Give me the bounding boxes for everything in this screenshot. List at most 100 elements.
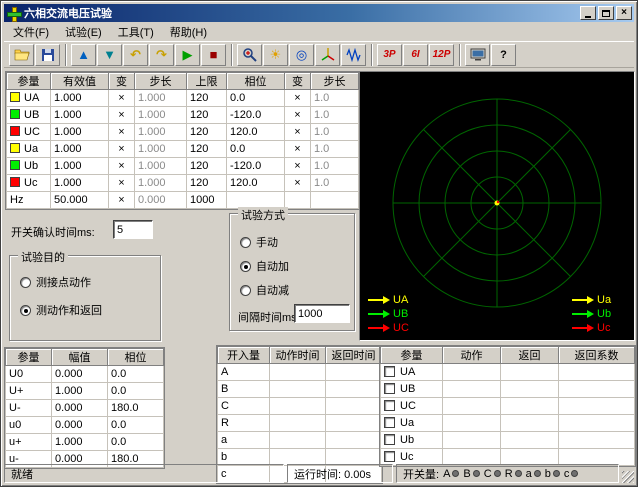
- radio-icon[interactable]: [240, 261, 251, 272]
- zoom-button[interactable]: [237, 44, 262, 66]
- radio-auto-increase[interactable]: 自动加: [240, 258, 289, 274]
- radio-icon[interactable]: [240, 285, 251, 296]
- step-cell[interactable]: 1.000: [135, 124, 187, 141]
- step-cell[interactable]: 0.000: [135, 192, 187, 209]
- param-checkbox[interactable]: [384, 451, 395, 462]
- limit-cell[interactable]: 120: [187, 90, 227, 107]
- param-checkbox[interactable]: [384, 366, 395, 377]
- limit-cell[interactable]: 120: [187, 175, 227, 192]
- menu-file[interactable]: 文件(F): [5, 22, 57, 42]
- seq-phase: 0.0: [108, 366, 164, 383]
- device-button[interactable]: [465, 44, 490, 66]
- seq-magnitude: 0.000: [52, 366, 108, 383]
- confirm-time-input[interactable]: [113, 220, 153, 239]
- phase-cell[interactable]: 0.0: [227, 141, 285, 158]
- limit-cell[interactable]: 120: [187, 141, 227, 158]
- phase-vary-toggle[interactable]: ×: [285, 141, 311, 158]
- value-cell[interactable]: 1.000: [51, 141, 109, 158]
- phase-vary-toggle[interactable]: ×: [285, 124, 311, 141]
- vary-toggle[interactable]: ×: [109, 107, 135, 124]
- limit-cell[interactable]: 120: [187, 124, 227, 141]
- vary-toggle[interactable]: ×: [109, 175, 135, 192]
- phase-vary-toggle[interactable]: ×: [285, 90, 311, 107]
- radio-icon[interactable]: [20, 305, 31, 316]
- resize-grip[interactable]: [622, 471, 634, 483]
- phase-vary-toggle[interactable]: ×: [285, 158, 311, 175]
- value-cell[interactable]: 50.000: [51, 192, 109, 209]
- phase-step-cell[interactable]: 1.0: [311, 141, 359, 158]
- phase-step-cell[interactable]: 1.0: [311, 124, 359, 141]
- sun-icon: ☀: [270, 48, 282, 61]
- result-row: Ua: [381, 415, 635, 432]
- menu-test[interactable]: 试验(E): [57, 22, 110, 42]
- phase-cell[interactable]: -120.0: [227, 107, 285, 124]
- mode-3p-button[interactable]: 3P: [377, 44, 402, 66]
- maximize-button[interactable]: [598, 6, 614, 20]
- phase-cell[interactable]: 120.0: [227, 175, 285, 192]
- step-cell[interactable]: 1.000: [135, 175, 187, 192]
- waveform-button[interactable]: [341, 44, 366, 66]
- value-cell[interactable]: 1.000: [51, 175, 109, 192]
- lower-button[interactable]: ▼: [97, 44, 122, 66]
- redo-button[interactable]: ↷: [149, 44, 174, 66]
- phase-cell[interactable]: -120.0: [227, 158, 285, 175]
- phase-step-cell[interactable]: 1.0: [311, 175, 359, 192]
- menu-tools[interactable]: 工具(T): [110, 22, 162, 42]
- vary-toggle[interactable]: ×: [109, 192, 135, 209]
- radio-action-return[interactable]: 测动作和返回: [20, 302, 102, 318]
- raise-button[interactable]: ▲: [71, 44, 96, 66]
- radio-icon[interactable]: [20, 277, 31, 288]
- menu-help[interactable]: 帮助(H): [162, 22, 215, 42]
- phase-step-cell[interactable]: 1.0: [311, 107, 359, 124]
- value-cell[interactable]: 1.000: [51, 124, 109, 141]
- return-time-cell: [326, 364, 382, 381]
- save-button[interactable]: [35, 44, 60, 66]
- mode-6i-button[interactable]: 6I: [403, 44, 428, 66]
- phase-cell[interactable]: 120.0: [227, 124, 285, 141]
- value-cell[interactable]: 1.000: [51, 158, 109, 175]
- mode-12p-button[interactable]: 12P: [429, 44, 454, 66]
- value-cell[interactable]: 1.000: [51, 107, 109, 124]
- step-cell[interactable]: 1.000: [135, 141, 187, 158]
- step-cell[interactable]: 1.000: [135, 107, 187, 124]
- vary-toggle[interactable]: ×: [109, 90, 135, 107]
- value-cell[interactable]: 1.000: [51, 90, 109, 107]
- stop-button[interactable]: ■: [201, 44, 226, 66]
- switch-name: a: [218, 432, 270, 449]
- radio-contact-action[interactable]: 测接点动作: [20, 274, 91, 290]
- vary-toggle[interactable]: ×: [109, 141, 135, 158]
- minimize-button[interactable]: [580, 6, 596, 20]
- param-checkbox[interactable]: [384, 400, 395, 411]
- param-checkbox[interactable]: [384, 417, 395, 428]
- radio-manual[interactable]: 手动: [240, 234, 278, 250]
- phasor-button[interactable]: [315, 44, 340, 66]
- step-cell[interactable]: 1.000: [135, 90, 187, 107]
- interval-input[interactable]: [294, 304, 350, 323]
- radio-icon[interactable]: [240, 237, 251, 248]
- close-button[interactable]: ×: [616, 6, 632, 20]
- start-button[interactable]: ▶: [175, 44, 200, 66]
- radio-auto-decrease[interactable]: 自动减: [240, 282, 289, 298]
- return-ratio-cell: [559, 364, 635, 381]
- vary-toggle[interactable]: ×: [109, 158, 135, 175]
- result-row: UC: [381, 398, 635, 415]
- phase-step-cell[interactable]: 1.0: [311, 90, 359, 107]
- display-button[interactable]: ☀: [263, 44, 288, 66]
- limit-cell[interactable]: 1000: [187, 192, 227, 209]
- seq-param: u0: [6, 417, 52, 434]
- phase-step-cell[interactable]: 1.0: [311, 158, 359, 175]
- param-checkbox[interactable]: [384, 383, 395, 394]
- step-cell[interactable]: 1.000: [135, 158, 187, 175]
- limit-cell[interactable]: 120: [187, 107, 227, 124]
- undo-button[interactable]: ↶: [123, 44, 148, 66]
- param-checkbox[interactable]: [384, 434, 395, 445]
- vary-toggle[interactable]: ×: [109, 124, 135, 141]
- scope-button[interactable]: ◎: [289, 44, 314, 66]
- help-button[interactable]: ?: [491, 44, 516, 66]
- phase-vary-toggle[interactable]: ×: [285, 175, 311, 192]
- limit-cell[interactable]: 120: [187, 158, 227, 175]
- phase-cell[interactable]: 0.0: [227, 90, 285, 107]
- open-button[interactable]: [9, 44, 34, 66]
- color-chip: [10, 177, 20, 187]
- phase-vary-toggle[interactable]: ×: [285, 107, 311, 124]
